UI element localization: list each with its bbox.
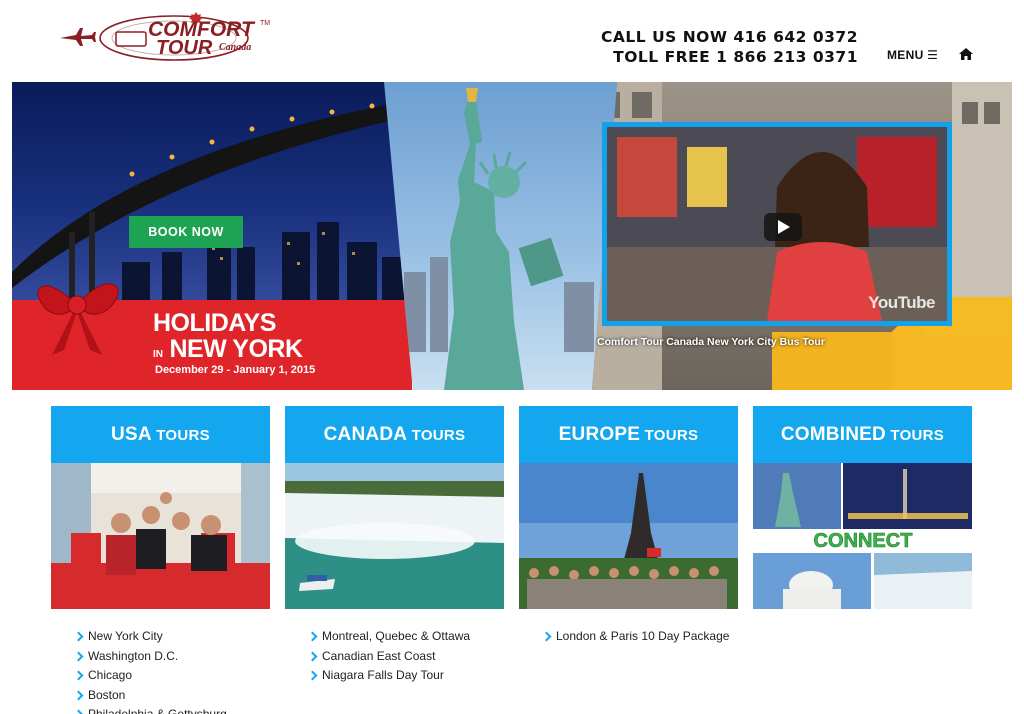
video-play-button[interactable] <box>764 213 802 241</box>
contact-phones: CALL US NOW 416 642 0372 TOLL FREE 1 866… <box>601 27 858 67</box>
list-item[interactable]: Boston <box>75 686 227 706</box>
combined-collage-graphic: CONNECT <box>753 463 972 609</box>
europe-tours-title: EUROPE <box>558 424 641 445</box>
list-item[interactable]: Niagara Falls Day Tour <box>309 666 470 686</box>
list-item[interactable]: Chicago <box>75 666 227 686</box>
list-item[interactable]: Philadelphia & Gettysburg <box>75 705 227 714</box>
canada-tours-list: Montreal, Quebec & Ottawa Canadian East … <box>309 627 470 686</box>
canada-tours-title: CANADA <box>323 424 408 445</box>
combined-tours-subtitle: TOURS <box>890 427 945 444</box>
holiday-dates: December 29 - January 1, 2015 <box>155 364 316 376</box>
list-item[interactable]: London & Paris 10 Day Package <box>543 627 729 647</box>
eiffel-tower-group-graphic <box>519 463 738 609</box>
hero-banner: BOOK NOW HOLIDAYS IN NEW YORK December 2… <box>12 82 1012 390</box>
canada-tours-card[interactable]: CANADA TOURS <box>285 406 504 609</box>
holiday-headline: HOLIDAYS IN NEW YORK <box>153 310 303 368</box>
usa-tours-card[interactable]: USA TOURS <box>51 406 270 609</box>
hero-statue-of-liberty-image <box>384 82 624 390</box>
europe-tours-heading[interactable]: EUROPE TOURS <box>519 406 738 463</box>
canada-tours-image[interactable] <box>285 463 504 609</box>
combined-tours-heading[interactable]: COMBINED TOURS <box>753 406 972 463</box>
home-icon[interactable] <box>958 47 974 61</box>
combined-tours-card[interactable]: COMBINED TOURS CONNECT <box>753 406 972 609</box>
menu-button[interactable]: MENU ☰ <box>887 48 938 62</box>
canada-tours-heading[interactable]: CANADA TOURS <box>285 406 504 463</box>
combined-tours-image[interactable]: CONNECT <box>753 463 972 609</box>
statue-of-liberty-graphic <box>404 88 594 390</box>
usa-tours-heading[interactable]: USA TOURS <box>51 406 270 463</box>
toll-free-phone[interactable]: TOLL FREE 1 866 213 0371 <box>601 47 858 67</box>
usa-tours-title: USA <box>111 424 152 445</box>
youtube-video-player[interactable]: YouTube <box>602 122 952 326</box>
usa-tours-subtitle: TOURS <box>156 427 210 444</box>
list-item[interactable]: Washington D.C. <box>75 647 227 667</box>
logo-word-tour: TOUR <box>156 37 213 59</box>
book-now-button[interactable]: BOOK NOW <box>129 216 243 248</box>
canada-tours-subtitle: TOURS <box>411 427 466 444</box>
site-logo[interactable]: COMFORT TM TOUR Canada <box>56 8 276 68</box>
site-header: COMFORT TM TOUR Canada CALL US NOW 416 6… <box>0 0 1024 82</box>
bus-passengers-graphic <box>51 463 270 609</box>
combined-tours-title: COMBINED <box>780 424 886 445</box>
europe-tours-card[interactable]: EUROPE TOURS <box>519 406 738 609</box>
holiday-headline-in: IN <box>153 349 163 360</box>
list-item[interactable]: New York City <box>75 627 227 647</box>
gift-bow-icon <box>37 283 119 355</box>
holiday-headline-line1: HOLIDAYS <box>153 309 276 337</box>
holiday-headline-city: NEW YORK <box>169 335 303 363</box>
logo-trademark: TM <box>260 20 271 27</box>
usa-tours-image[interactable] <box>51 463 270 609</box>
video-caption[interactable]: Comfort Tour Canada New York City Bus To… <box>597 336 825 348</box>
usa-tours-list: New York City Washington D.C. Chicago Bo… <box>75 627 227 714</box>
europe-tours-image[interactable] <box>519 463 738 609</box>
list-item[interactable]: Canadian East Coast <box>309 647 470 667</box>
hero-bridge-image: BOOK NOW HOLIDAYS IN NEW YORK December 2… <box>12 82 412 390</box>
europe-tours-list: London & Paris 10 Day Package <box>543 627 729 647</box>
call-us-phone[interactable]: CALL US NOW 416 642 0372 <box>601 27 858 47</box>
logo-word-canada: Canada <box>219 42 252 53</box>
list-item[interactable]: Montreal, Quebec & Ottawa <box>309 627 470 647</box>
youtube-logo: YouTube <box>868 293 935 312</box>
connect-label: CONNECT <box>814 530 913 552</box>
niagara-falls-graphic <box>285 463 504 609</box>
europe-tours-subtitle: TOURS <box>644 427 699 444</box>
